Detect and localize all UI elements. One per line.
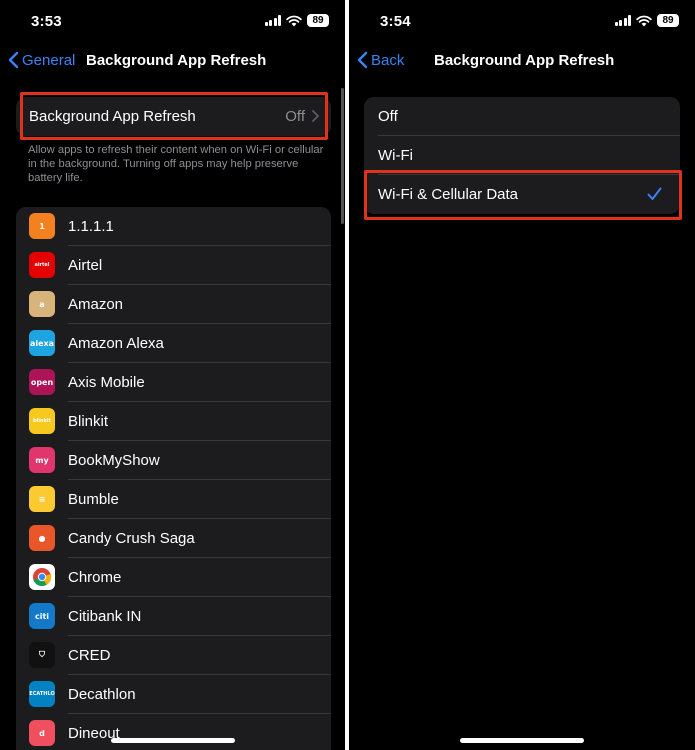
citibank-icon: citi xyxy=(29,603,55,629)
bumble-icon: ≡ xyxy=(29,486,55,512)
app-row[interactable]: airtel Airtel xyxy=(16,246,331,285)
alexa-icon: alexa xyxy=(29,330,55,356)
app-name: CRED xyxy=(68,647,111,664)
page-title: Background App Refresh xyxy=(434,52,615,69)
app-row[interactable]: ⛉ CRED xyxy=(16,636,331,675)
app-name: Amazon Alexa xyxy=(68,335,164,352)
app-name: Axis Mobile xyxy=(68,374,145,391)
app-name: Amazon xyxy=(68,296,124,313)
right-screen: 3:54 89 Back Background App Refresh Off W… xyxy=(349,0,695,750)
battery-icon: 89 xyxy=(307,14,329,27)
decathlon-icon: DECATHLON xyxy=(29,681,55,707)
axis-mobile-icon: open xyxy=(29,369,55,395)
settings-group: Background App Refresh Off xyxy=(16,97,331,136)
background-app-refresh-row[interactable]: Background App Refresh Off xyxy=(16,97,331,136)
status-icons: 89 xyxy=(264,14,329,27)
chevron-right-icon xyxy=(312,110,319,122)
app-row[interactable]: 1 1.1.1.1 xyxy=(16,207,331,246)
page-title: Background App Refresh xyxy=(86,52,267,69)
airtel-icon: airtel xyxy=(29,252,55,278)
candy-crush-icon: ● xyxy=(29,525,55,551)
app-name: Citibank IN xyxy=(68,608,142,625)
option-label: Wi-Fi xyxy=(378,147,413,164)
nav-bar: General Background App Refresh xyxy=(0,44,345,80)
app-name: Airtel xyxy=(68,257,103,274)
cred-icon: ⛉ xyxy=(29,642,55,668)
app-row[interactable]: blinkit Blinkit xyxy=(16,402,331,441)
option-label: Wi-Fi & Cellular Data xyxy=(378,186,519,203)
status-time: 3:53 xyxy=(31,13,62,30)
home-indicator[interactable] xyxy=(460,738,584,743)
left-screen: 3:53 89 General Background App Refresh B… xyxy=(0,0,345,750)
home-indicator[interactable] xyxy=(111,738,235,743)
app-row[interactable]: my BookMyShow xyxy=(16,441,331,480)
app-name: Chrome xyxy=(68,569,122,586)
back-button[interactable]: General xyxy=(8,51,75,69)
app-row[interactable]: ≡ Bumble xyxy=(16,480,331,519)
chevron-left-icon xyxy=(357,51,368,69)
wifi-icon xyxy=(636,15,652,26)
dineout-icon: d xyxy=(29,720,55,746)
status-icons: 89 xyxy=(614,14,679,27)
bookmyshow-icon: my xyxy=(29,447,55,473)
app-row[interactable]: a Amazon xyxy=(16,285,331,324)
cellular-signal-icon xyxy=(614,15,631,26)
option-row[interactable]: Wi-Fi xyxy=(364,136,680,175)
refresh-options-list: Off Wi-Fi Wi-Fi & Cellular Data xyxy=(364,97,680,214)
blinkit-icon: blinkit xyxy=(29,408,55,434)
back-button[interactable]: Back xyxy=(357,51,404,69)
wifi-icon xyxy=(286,15,302,26)
chevron-left-icon xyxy=(8,51,19,69)
checkmark-icon xyxy=(647,187,662,200)
app-name: Candy Crush Saga xyxy=(68,530,195,547)
app-row[interactable]: open Axis Mobile xyxy=(16,363,331,402)
app-row[interactable]: d Dineout xyxy=(16,714,331,750)
app-name: 1.1.1.1 xyxy=(68,218,114,235)
app-name: Bumble xyxy=(68,491,119,508)
app-row[interactable]: Chrome xyxy=(16,558,331,597)
option-row[interactable]: Wi-Fi & Cellular Data xyxy=(364,175,680,214)
option-row[interactable]: Off xyxy=(364,97,680,136)
cellular-signal-icon xyxy=(264,15,281,26)
back-label: Back xyxy=(371,51,405,69)
back-label: General xyxy=(22,51,76,69)
app-row[interactable]: ● Candy Crush Saga xyxy=(16,519,331,558)
option-label: Off xyxy=(378,108,398,125)
chrome-icon xyxy=(29,564,55,590)
footer-note: Allow apps to refresh their content when… xyxy=(28,144,324,184)
app-name: Blinkit xyxy=(68,413,109,430)
nav-bar: Back Background App Refresh xyxy=(349,44,695,80)
app-list: 1 1.1.1.1 airtel Airtel a Amazon alexa Amazon A… xyxy=(16,207,331,750)
battery-icon: 89 xyxy=(657,14,679,27)
status-bar: 3:54 89 xyxy=(349,0,695,44)
app-row[interactable]: citi Citibank IN xyxy=(16,597,331,636)
app-row[interactable]: DECATHLON Decathlon xyxy=(16,675,331,714)
app-name: Decathlon xyxy=(68,686,136,703)
cloudflare-1111-icon: 1 xyxy=(29,213,55,239)
amazon-icon: a xyxy=(29,291,55,317)
row-value: Off xyxy=(285,108,305,125)
status-time: 3:54 xyxy=(380,13,411,30)
status-bar: 3:53 89 xyxy=(0,0,345,44)
app-name: BookMyShow xyxy=(68,452,160,469)
app-row[interactable]: alexa Amazon Alexa xyxy=(16,324,331,363)
row-label: Background App Refresh xyxy=(29,108,196,125)
scrollbar[interactable] xyxy=(341,88,344,224)
